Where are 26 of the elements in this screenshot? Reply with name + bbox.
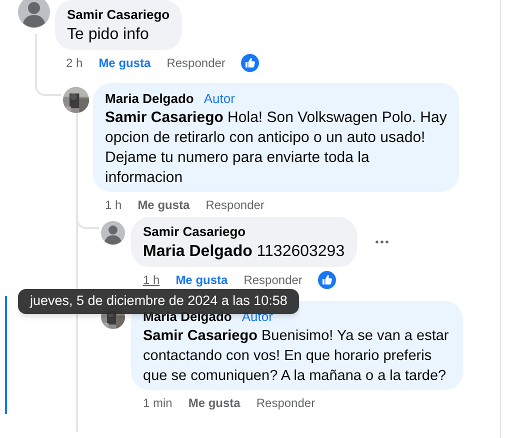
like-icon[interactable] xyxy=(318,271,336,289)
reply-link[interactable]: Responder xyxy=(256,394,316,412)
avatar-icon[interactable] xyxy=(101,221,125,245)
reply-link[interactable]: Responder xyxy=(166,54,226,72)
like-link[interactable]: Me gusta xyxy=(98,54,151,72)
avatar-icon[interactable] xyxy=(18,0,50,28)
author-label: Autor xyxy=(204,90,235,107)
comment-text: Te pido info xyxy=(67,25,150,45)
timestamp-link[interactable]: 1 h xyxy=(105,196,122,214)
like-link[interactable]: Me gusta xyxy=(176,271,228,289)
author-name[interactable]: Samir Casariego xyxy=(67,6,170,23)
reply-link[interactable]: Responder xyxy=(206,196,264,214)
comment-text: Maria Delgado 1132603293 xyxy=(143,242,345,262)
timestamp-link[interactable]: 1 h xyxy=(143,271,160,289)
timestamp-link[interactable]: 1 min xyxy=(143,394,172,412)
comment-text: Samir Casariego Buenisimo! Ya se van a estar contactando con vos! En que horario preferis que se comuniquen? A la mañana o a la tarde? xyxy=(143,327,450,386)
author-name[interactable]: Samir Casariego xyxy=(143,223,246,240)
author-name[interactable]: Maria Delgado xyxy=(105,90,194,107)
date-tooltip: jueves, 5 de diciembre de 2024 a las 10:58 xyxy=(18,289,300,314)
like-icon[interactable] xyxy=(241,54,260,72)
comment-text: Samir Casariego Hola! Son Volkswagen Polo. Hay opcion de retirarlo con anticipo o un auto usado! Dejame tu numero para enviarte toda la informacion xyxy=(105,108,447,188)
timestamp-link[interactable]: 2 h xyxy=(66,54,83,72)
more-icon[interactable] xyxy=(374,240,389,244)
like-link[interactable]: Me gusta xyxy=(138,196,190,214)
reply-link[interactable]: Responder xyxy=(244,271,302,289)
like-link[interactable]: Me gusta xyxy=(188,394,240,412)
